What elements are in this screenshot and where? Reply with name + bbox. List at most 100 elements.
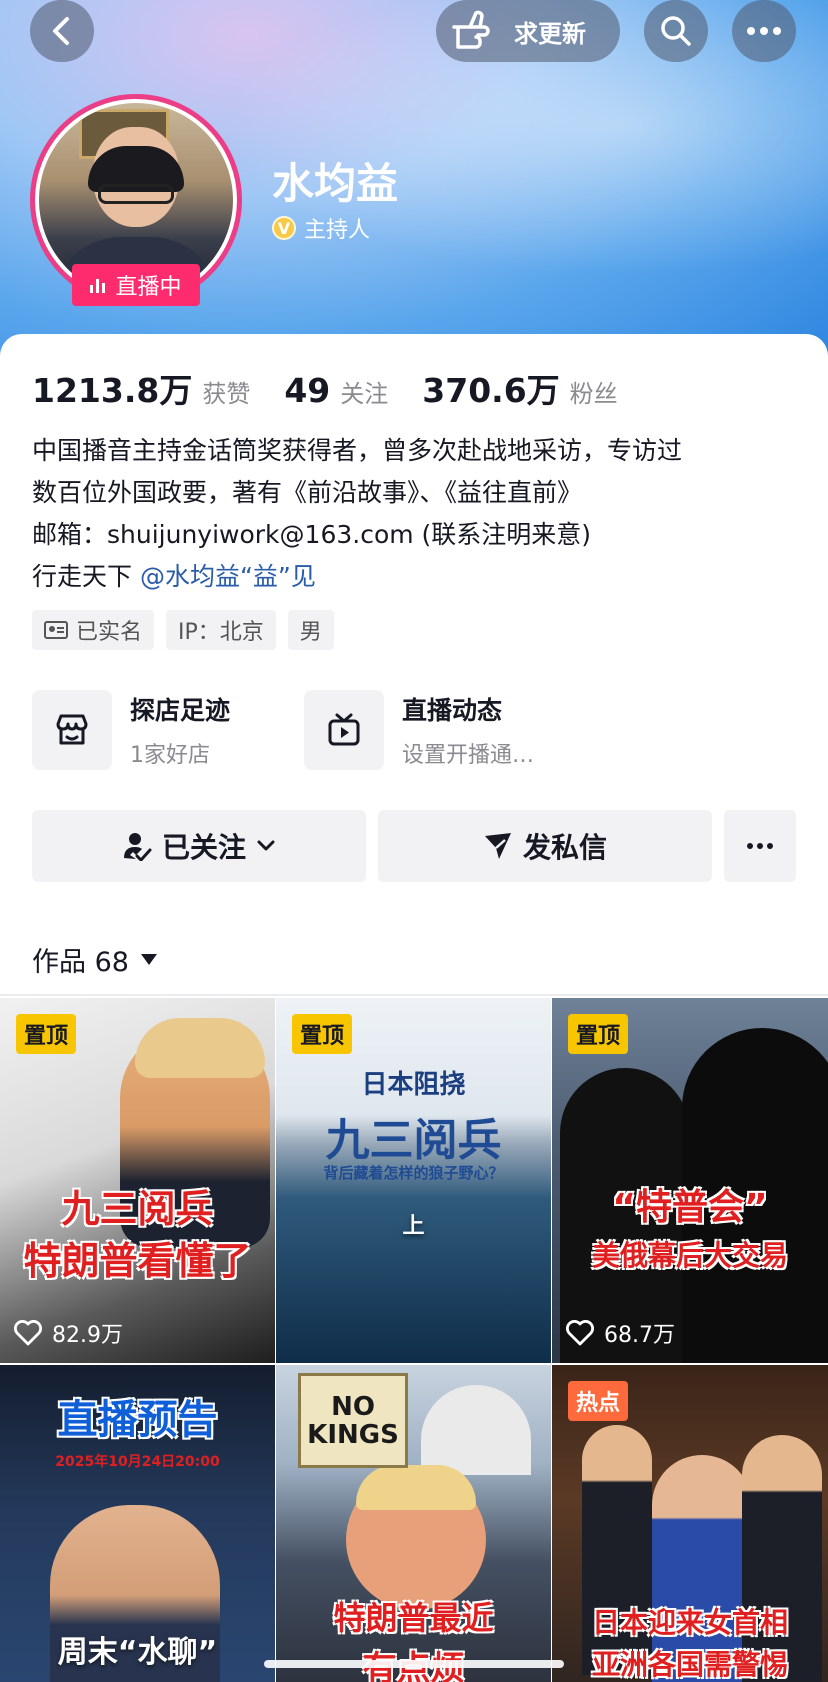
home-indicator[interactable] — [264, 1660, 564, 1668]
thumbnail-caption: 直播预告 — [57, 1397, 218, 1443]
live-badge[interactable]: 直播中 — [72, 264, 200, 306]
more-actions-button[interactable] — [724, 810, 796, 882]
bio-email-line: 邮箱：shuijunyiwork@163.com (联系注明来意) — [32, 520, 592, 549]
video-thumbnail[interactable]: NO KINGS 特朗普最近 有点烦 — [276, 1365, 551, 1682]
pinned-badge: 置顶 — [568, 1014, 629, 1054]
shortcut-subtitle: 设置开播通… — [402, 743, 535, 768]
thumbnail-caption: 九三阅兵 — [61, 1187, 214, 1231]
verified-icon: V — [272, 216, 296, 240]
heart-icon — [14, 1320, 42, 1346]
request-update-button[interactable]: 求更新 — [436, 0, 620, 62]
video-thumbnail[interactable]: 置顶 日本阻挠 九三阅兵 背后藏着怎样的狼子野心？ 上 — [276, 998, 551, 1363]
tag-ip-location: IP：北京 — [166, 610, 276, 650]
caret-down-icon — [140, 954, 157, 965]
tv-play-icon — [304, 690, 384, 770]
thumbnail-sign: NO KINGS — [298, 1373, 408, 1468]
bio-line: 行走天下 @水均益“益”见 — [32, 556, 802, 598]
thumbnail-caption: 日本迎来女首相 — [591, 1606, 788, 1639]
thumbnail-caption: “特普会” — [612, 1187, 768, 1228]
profile-name: 水均益 — [272, 159, 399, 208]
tag-label: 已实名 — [76, 620, 143, 645]
thumbnail-caption: 上 — [402, 1214, 425, 1239]
pointing-hand-icon — [452, 10, 490, 49]
stat-label: 粉丝 — [569, 380, 618, 408]
more-dots-icon — [747, 843, 773, 849]
profile-tags: 已实名 IP：北京 男 — [32, 610, 334, 650]
more-dots-icon — [747, 27, 781, 35]
bio-mention-link[interactable]: @水均益“益”见 — [140, 562, 316, 591]
more-options-button[interactable] — [732, 0, 796, 62]
stat-value: 1213.8万 — [32, 371, 193, 410]
pinned-badge: 置顶 — [292, 1014, 353, 1054]
likes-count: 68.7万 — [566, 1317, 675, 1349]
thumbnail-caption: 特朗普看懂了 — [23, 1239, 252, 1283]
bio-line-prefix: 行走天下 — [32, 562, 140, 591]
chevron-left-icon — [53, 17, 69, 45]
thumbnail-caption: 九三阅兵 — [325, 1115, 502, 1166]
video-thumbnail[interactable]: 置顶 “特普会” 美俄幕后大交易 68.7万 — [552, 998, 828, 1363]
works-tab[interactable]: 作品 68 — [32, 940, 157, 979]
followed-button[interactable]: 已关注 — [32, 810, 366, 882]
chevron-down-icon — [257, 840, 275, 851]
tag-verified-realname: 已实名 — [32, 610, 155, 650]
thumbnail-caption: 特朗普最近 — [333, 1599, 494, 1637]
send-icon — [484, 833, 511, 859]
thumbnail-capitol — [421, 1385, 531, 1475]
search-button[interactable] — [644, 0, 708, 62]
thumbnail-caption: 2025年10月24日20:00 — [55, 1454, 220, 1470]
likes-value: 68.7万 — [604, 1323, 675, 1348]
storefront-icon — [32, 690, 112, 770]
video-thumbnail[interactable]: 直播预告 2025年10月24日20:00 周末“水聊” — [0, 1365, 275, 1682]
back-button[interactable] — [30, 0, 94, 62]
send-message-label: 发私信 — [522, 831, 607, 864]
likes-count: 82.9万 — [14, 1317, 123, 1349]
stat-following[interactable]: 49 关注 — [284, 371, 388, 410]
search-icon — [661, 16, 691, 46]
video-thumbnail[interactable]: 热点 日本迎来女首相 亚洲各国需警惕 — [552, 1365, 828, 1682]
stat-followers[interactable]: 370.6万 粉丝 — [422, 364, 617, 412]
stat-label: 关注 — [340, 380, 389, 408]
tag-gender: 男 — [287, 610, 334, 650]
shortcut-subtitle: 1家好店 — [130, 743, 210, 768]
person-check-icon — [123, 833, 152, 861]
profile-card: 1213.8万 获赞 49 关注 370.6万 粉丝 中国播音主持金话筒奖获得者… — [0, 334, 828, 1682]
action-buttons: 已关注 发私信 — [32, 810, 796, 882]
send-message-button[interactable]: 发私信 — [378, 810, 712, 882]
followed-button-label: 已关注 — [161, 831, 246, 864]
shortcut-live-updates[interactable]: 直播动态 设置开播通… — [304, 690, 576, 770]
heart-icon — [566, 1320, 594, 1346]
stats-row: 1213.8万 获赞 49 关注 370.6万 粉丝 — [32, 364, 652, 412]
pinned-badge: 置顶 — [16, 1014, 77, 1054]
works-tab-label: 作品 68 — [32, 947, 129, 978]
tag-label: 男 — [299, 620, 322, 645]
thumbnail-caption: 背后藏着怎样的狼子野心？ — [323, 1164, 504, 1182]
thumbnail-caption: 周末“水聊” — [57, 1635, 218, 1670]
hot-badge: 热点 — [568, 1381, 629, 1421]
shortcut-title: 探店足迹 — [130, 696, 231, 725]
id-card-icon — [44, 621, 68, 639]
thumbnail-caption: 美俄幕后大交易 — [591, 1239, 788, 1272]
tag-label: IP：北京 — [178, 620, 264, 645]
stat-label: 获赞 — [202, 380, 251, 408]
request-update-label: 求更新 — [514, 19, 586, 48]
avatar-glasses — [98, 184, 174, 205]
divider — [0, 994, 828, 996]
works-grid: 置顶 九三阅兵 特朗普看懂了 82.9万 置顶 日本阻挠 九三阅兵 背后藏着怎样… — [0, 998, 828, 1682]
thumbnail-caption: 日本阻挠 — [361, 1070, 466, 1100]
shortcut-store-visits[interactable]: 探店足迹 1家好店 — [32, 690, 304, 770]
verified-role-label: 主持人 — [304, 218, 371, 243]
bio-line: 数百位外国政要，著有《前沿故事》、《益往直前》 — [32, 478, 583, 507]
shortcuts-row: 探店足迹 1家好店 直播动态 设置开播通… — [32, 690, 576, 770]
thumbnail-hair — [356, 1465, 476, 1510]
live-bars-icon — [90, 277, 106, 293]
verified-role: V 主持人 — [272, 212, 370, 244]
thumbnail-caption: 亚洲各国需警惕 — [591, 1648, 788, 1681]
stat-value: 370.6万 — [422, 371, 560, 410]
live-badge-label: 直播中 — [115, 275, 182, 300]
bio-line: 中国播音主持金话筒奖获得者，曾多次赴战地采访，专访过 — [32, 436, 683, 465]
thumbnail-hair — [135, 1018, 265, 1078]
stat-likes[interactable]: 1213.8万 获赞 — [32, 364, 250, 412]
profile-bio: 中国播音主持金话筒奖获得者，曾多次赴战地采访，专访过 数百位外国政要，著有《前沿… — [32, 430, 802, 598]
video-thumbnail[interactable]: 置顶 九三阅兵 特朗普看懂了 82.9万 — [0, 998, 275, 1363]
stat-value: 49 — [284, 371, 331, 410]
